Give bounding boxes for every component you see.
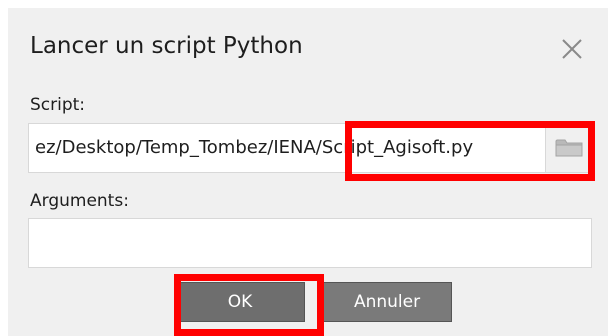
close-button[interactable] <box>555 32 589 66</box>
close-icon <box>562 39 582 59</box>
screenshot-frame: Lancer un script Python Script: ez/Deskt… <box>0 0 608 336</box>
ok-button[interactable]: OK <box>175 282 305 322</box>
cancel-button[interactable]: Annuler <box>322 282 452 322</box>
script-label: Script: <box>30 95 86 115</box>
folder-icon <box>555 139 583 157</box>
browse-button[interactable] <box>546 123 592 173</box>
script-path-value: ez/Desktop/Temp_Tombez/IENA/Script_Agiso… <box>35 137 474 158</box>
dialog-title: Lancer un script Python <box>30 33 303 59</box>
script-path-input[interactable]: ez/Desktop/Temp_Tombez/IENA/Script_Agiso… <box>28 123 546 173</box>
arguments-input[interactable] <box>28 218 592 268</box>
arguments-label: Arguments: <box>30 191 129 211</box>
